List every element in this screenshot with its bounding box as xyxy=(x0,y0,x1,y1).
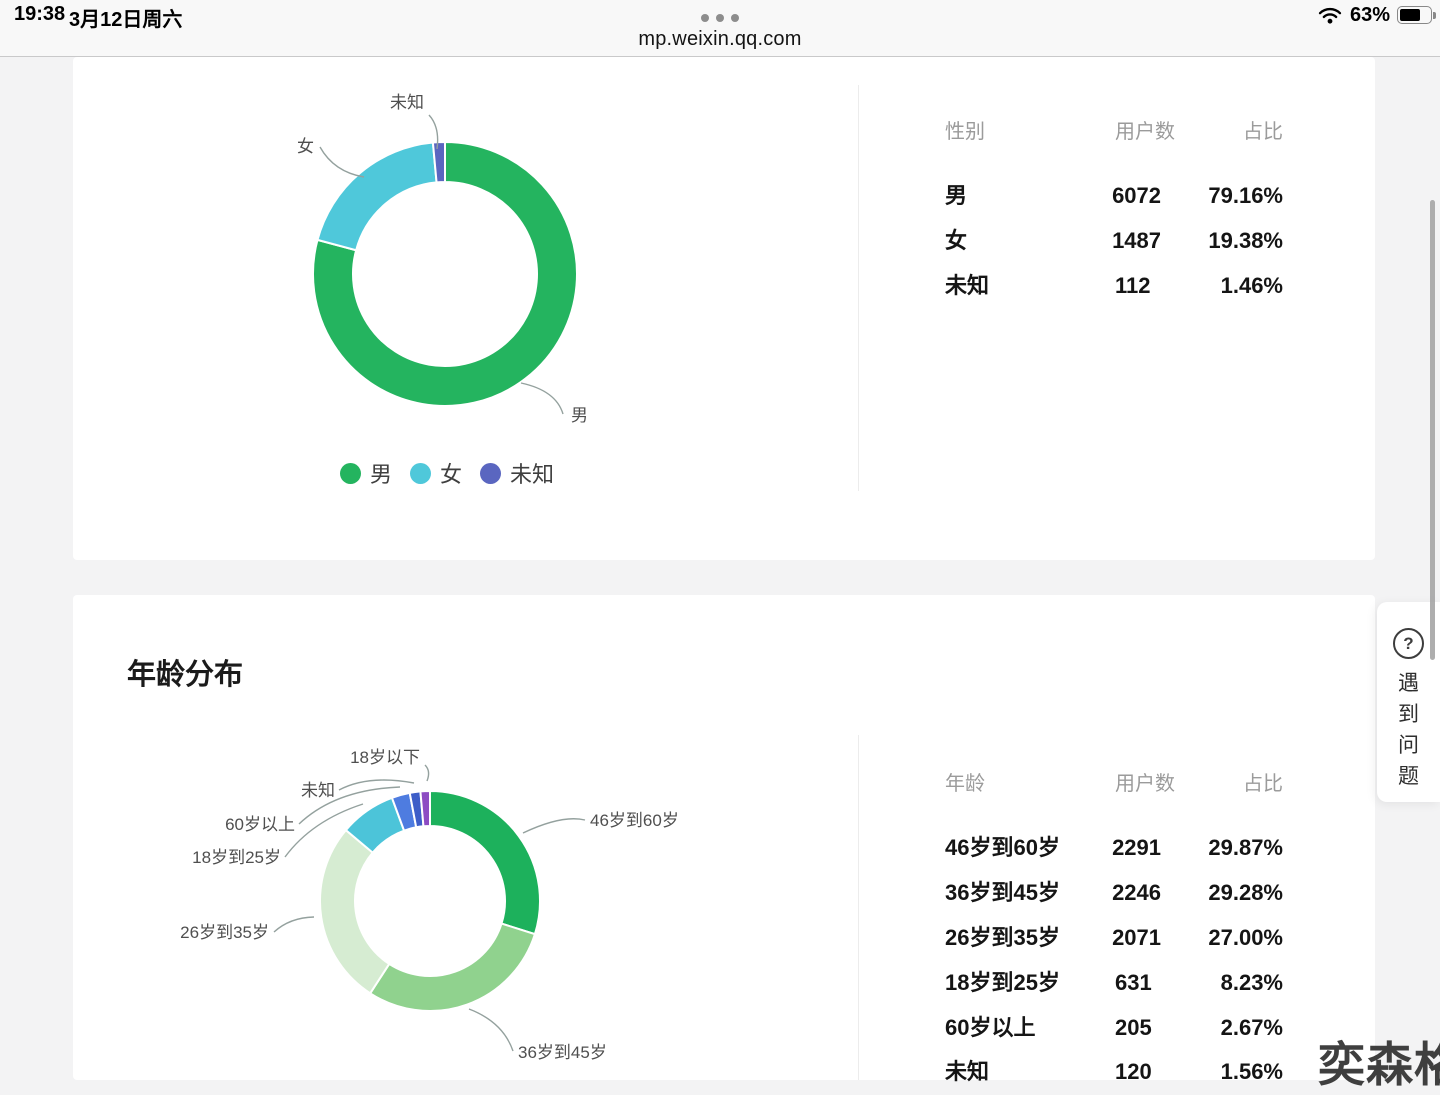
row-label: 未知 xyxy=(945,268,1115,300)
gender-chart-legend: 男 女 未知 xyxy=(340,457,554,489)
label-leader-line xyxy=(469,1009,513,1051)
row-label: 未知 xyxy=(945,1054,1115,1086)
help-char: 题 xyxy=(1398,761,1419,792)
legend-dot-female-icon xyxy=(410,463,431,484)
legend-dot-male-icon xyxy=(340,463,361,484)
slice-callout-label: 未知 xyxy=(301,781,335,800)
row-users: 2246 xyxy=(1112,880,1208,906)
legend-label: 未知 xyxy=(510,457,554,489)
page-menu-ellipsis-icon[interactable] xyxy=(701,14,739,22)
gender-section-card: 男女未知 男 女 未知 性别 用户数 占比 男 6072 79.16% 女 14… xyxy=(73,57,1375,560)
donut-slice-0[interactable] xyxy=(430,791,540,934)
row-label: 男 xyxy=(945,178,1112,210)
row-label: 46岁到60岁 xyxy=(945,830,1112,862)
row-users: 2071 xyxy=(1112,925,1208,951)
label-leader-line xyxy=(274,917,314,932)
legend-label: 女 xyxy=(440,457,462,489)
ipad-safari-screenshot: { "status_bar": { "time": "19:38", "date… xyxy=(0,0,1440,1080)
label-leader-line xyxy=(521,383,563,414)
slice-callout-label: 26岁到35岁 xyxy=(180,923,269,942)
table-row: 60岁以上 205 2.67% xyxy=(945,1010,1283,1036)
battery-percent: 63% xyxy=(1350,4,1390,27)
row-users: 6072 xyxy=(1112,183,1208,209)
col-header-users: 用户数 xyxy=(1115,115,1213,144)
row-label: 18岁到25岁 xyxy=(945,965,1115,997)
col-header-share: 占比 xyxy=(1213,115,1283,144)
divider xyxy=(858,85,859,491)
donut-slice-1[interactable] xyxy=(317,143,436,251)
table-row: 46岁到60岁 2291 29.87% xyxy=(945,830,1283,856)
slice-callout-label: 未知 xyxy=(390,93,424,112)
row-users: 205 xyxy=(1115,1015,1213,1041)
slice-callout-label: 女 xyxy=(297,137,314,156)
slice-callout-label: 60岁以上 xyxy=(225,815,295,834)
table-row: 36岁到45岁 2246 29.28% xyxy=(945,875,1283,901)
table-row: 男 6072 79.16% xyxy=(945,178,1283,204)
slice-callout-label: 男 xyxy=(571,406,588,425)
row-users: 120 xyxy=(1115,1059,1213,1085)
row-share: 1.56% xyxy=(1213,1059,1283,1085)
table-row: 女 1487 19.38% xyxy=(945,223,1283,249)
row-share: 8.23% xyxy=(1213,970,1283,996)
row-share: 29.28% xyxy=(1208,880,1283,906)
help-char: 到 xyxy=(1398,699,1419,730)
wifi-icon xyxy=(1317,5,1343,25)
row-label: 26岁到35岁 xyxy=(945,920,1112,952)
table-row: 未知 112 1.46% xyxy=(945,268,1283,294)
row-share: 1.46% xyxy=(1213,273,1283,299)
legend-item-male[interactable]: 男 xyxy=(340,457,392,489)
address-bar[interactable]: mp.weixin.qq.com xyxy=(0,28,1440,51)
row-share: 2.67% xyxy=(1213,1015,1283,1041)
table-row: 未知 120 1.56% xyxy=(945,1054,1283,1080)
donut-slice-2[interactable] xyxy=(320,830,389,993)
row-share: 19.38% xyxy=(1208,228,1283,254)
slice-callout-label: 18岁以下 xyxy=(350,748,420,767)
legend-dot-unknown-icon xyxy=(480,463,501,484)
row-users: 1487 xyxy=(1112,228,1208,254)
col-header-users: 用户数 xyxy=(1115,767,1213,796)
clock-time: 19:38 xyxy=(14,3,65,26)
legend-item-female[interactable]: 女 xyxy=(410,457,462,489)
battery-icon xyxy=(1397,6,1432,24)
label-leader-line xyxy=(425,765,429,781)
table-row: 18岁到25岁 631 8.23% xyxy=(945,965,1283,991)
col-header-age: 年龄 xyxy=(945,767,1115,796)
slice-callout-label: 46岁到60岁 xyxy=(590,811,679,830)
legend-item-unknown[interactable]: 未知 xyxy=(480,457,554,489)
help-char: 问 xyxy=(1398,730,1419,761)
row-share: 27.00% xyxy=(1208,925,1283,951)
row-users: 631 xyxy=(1115,970,1213,996)
row-label: 36岁到45岁 xyxy=(945,875,1112,907)
slice-callout-label: 36岁到45岁 xyxy=(518,1043,607,1062)
col-header-share: 占比 xyxy=(1213,767,1283,796)
col-header-gender: 性别 xyxy=(945,115,1115,144)
slice-callout-label: 18岁到25岁 xyxy=(192,848,281,867)
table-row: 26岁到35岁 2071 27.00% xyxy=(945,920,1283,946)
label-leader-line xyxy=(320,147,364,177)
age-section-card: 年龄分布 46岁到60岁36岁到45岁26岁到35岁18岁到25岁60岁以上未知… xyxy=(73,595,1375,1080)
row-label: 60岁以上 xyxy=(945,1010,1115,1042)
scrollbar-thumb[interactable] xyxy=(1430,200,1435,660)
help-panel-label: 遇 到 问 题 xyxy=(1398,668,1419,792)
label-leader-line xyxy=(523,819,585,833)
table-header-row: 性别 用户数 占比 xyxy=(945,115,1283,141)
watermark-text: 奕森格 xyxy=(1318,1026,1440,1095)
row-share: 79.16% xyxy=(1208,183,1283,209)
legend-label: 男 xyxy=(370,457,392,489)
row-users: 2291 xyxy=(1112,835,1208,861)
divider xyxy=(858,735,859,1080)
status-bar: 19:38 3月12日周六 mp.weixin.qq.com 63% xyxy=(0,0,1440,57)
question-mark-icon: ? xyxy=(1393,628,1424,659)
donut-slice-1[interactable] xyxy=(370,924,535,1011)
table-header-row: 年龄 用户数 占比 xyxy=(945,767,1283,793)
row-share: 29.87% xyxy=(1208,835,1283,861)
row-users: 112 xyxy=(1115,273,1213,299)
help-char: 遇 xyxy=(1398,668,1419,699)
row-label: 女 xyxy=(945,223,1112,255)
age-donut-chart: 46岁到60岁 36岁到45岁 26岁到35岁 18岁到25岁 60岁以上未知 18岁以下 xyxy=(73,595,858,1080)
